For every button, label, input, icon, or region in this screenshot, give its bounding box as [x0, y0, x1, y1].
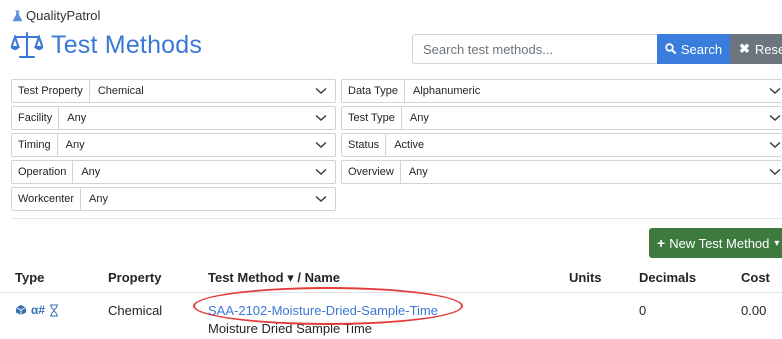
filter-value: Any: [81, 166, 101, 178]
test-method-name: Moisture Dried Sample Time: [208, 321, 372, 336]
filter-value: Active: [394, 139, 425, 151]
filter-test-property[interactable]: Test Property Chemical: [11, 79, 336, 103]
filter-workcenter[interactable]: Workcenter Any: [11, 187, 336, 211]
filter-status[interactable]: Status Active: [341, 133, 782, 157]
column-header-units[interactable]: Units: [569, 270, 602, 285]
filter-operation[interactable]: Operation Any: [11, 160, 336, 184]
new-test-method-label: New Test Method: [669, 235, 770, 251]
chevron-down-icon: [315, 87, 327, 94]
column-header-name-suffix: / Name: [297, 270, 341, 285]
filter-test-type[interactable]: Test Type Any: [341, 106, 782, 130]
hourglass-icon: [50, 304, 59, 316]
filter-facility[interactable]: Facility Any: [11, 106, 336, 130]
filter-label: Data Type: [342, 80, 405, 102]
filter-value: Alphanumeric: [412, 85, 481, 97]
filter-label: Test Property: [12, 80, 90, 102]
flask-icon: [12, 10, 23, 21]
cube-icon: [15, 305, 27, 315]
test-method-link[interactable]: SAA-2102-Moisture-Dried-Sample-Time: [208, 303, 438, 318]
column-header-test-method-label: Test Method: [208, 270, 284, 285]
sort-desc-icon: ▾: [287, 270, 294, 285]
reset-button-label: Reset: [754, 41, 782, 57]
cell-property: Chemical: [108, 303, 163, 318]
search-bar: Search ✖ Reset: [412, 34, 782, 64]
filter-value: Any: [89, 193, 109, 205]
page-title: Test Methods: [11, 30, 202, 60]
filter-label: Overview: [342, 161, 401, 183]
cell-decimals: 0: [639, 303, 647, 318]
column-header-decimals[interactable]: Decimals: [639, 270, 696, 285]
table-row[interactable]: α# Chemical SAA-2102-Moisture-Dried-Samp…: [0, 293, 782, 339]
close-icon: ✖: [739, 41, 750, 56]
column-header-cost[interactable]: Cost: [741, 270, 770, 285]
chevron-down-icon: [769, 87, 781, 94]
filter-label: Facility: [12, 107, 60, 129]
chevron-down-icon: [769, 114, 781, 121]
filter-label: Operation: [12, 161, 74, 183]
column-header-property[interactable]: Property: [108, 270, 161, 285]
app-brand-name: QualityPatrol: [26, 8, 101, 23]
filter-value: Any: [409, 112, 429, 124]
new-test-method-button[interactable]: + New Test Method ▾: [649, 228, 782, 258]
alphanumeric-icon: α#: [31, 303, 46, 317]
app-brand[interactable]: QualityPatrol: [12, 8, 100, 23]
filter-label: Test Type: [342, 107, 402, 129]
filter-value: Chemical: [97, 85, 144, 97]
search-button[interactable]: Search: [657, 34, 730, 64]
chevron-down-icon: [769, 168, 781, 175]
chevron-down-icon: [315, 114, 327, 121]
balance-scale-icon: [11, 32, 43, 58]
filter-value: Any: [408, 166, 428, 178]
filter-value: Any: [67, 112, 87, 124]
chevron-down-icon: [315, 195, 327, 202]
cell-cost: 0.00: [741, 303, 767, 318]
filter-label: Timing: [12, 134, 58, 156]
search-icon: [665, 42, 677, 57]
column-header-type[interactable]: Type: [15, 270, 44, 285]
filter-overview[interactable]: Overview Any: [341, 160, 782, 184]
filter-data-type[interactable]: Data Type Alphanumeric: [341, 79, 782, 103]
reset-button[interactable]: ✖ Reset: [730, 34, 782, 64]
chevron-down-icon: [315, 141, 327, 148]
plus-icon: +: [657, 235, 666, 251]
table-header: Type Property Test Method ▾ / Name Units…: [0, 268, 782, 292]
divider: [11, 218, 782, 219]
filter-timing[interactable]: Timing Any: [11, 133, 336, 157]
column-header-test-method[interactable]: Test Method ▾ / Name: [208, 270, 340, 286]
chevron-down-icon: [769, 141, 781, 148]
search-input[interactable]: [412, 34, 657, 64]
search-button-label: Search: [680, 41, 723, 57]
filter-label: Workcenter: [12, 188, 82, 210]
filter-label: Status: [342, 134, 387, 156]
caret-down-icon[interactable]: ▾: [774, 238, 779, 249]
filter-value: Any: [65, 139, 85, 151]
page-title-text: Test Methods: [51, 30, 203, 59]
type-icons: α#: [15, 303, 63, 317]
chevron-down-icon: [315, 168, 327, 175]
